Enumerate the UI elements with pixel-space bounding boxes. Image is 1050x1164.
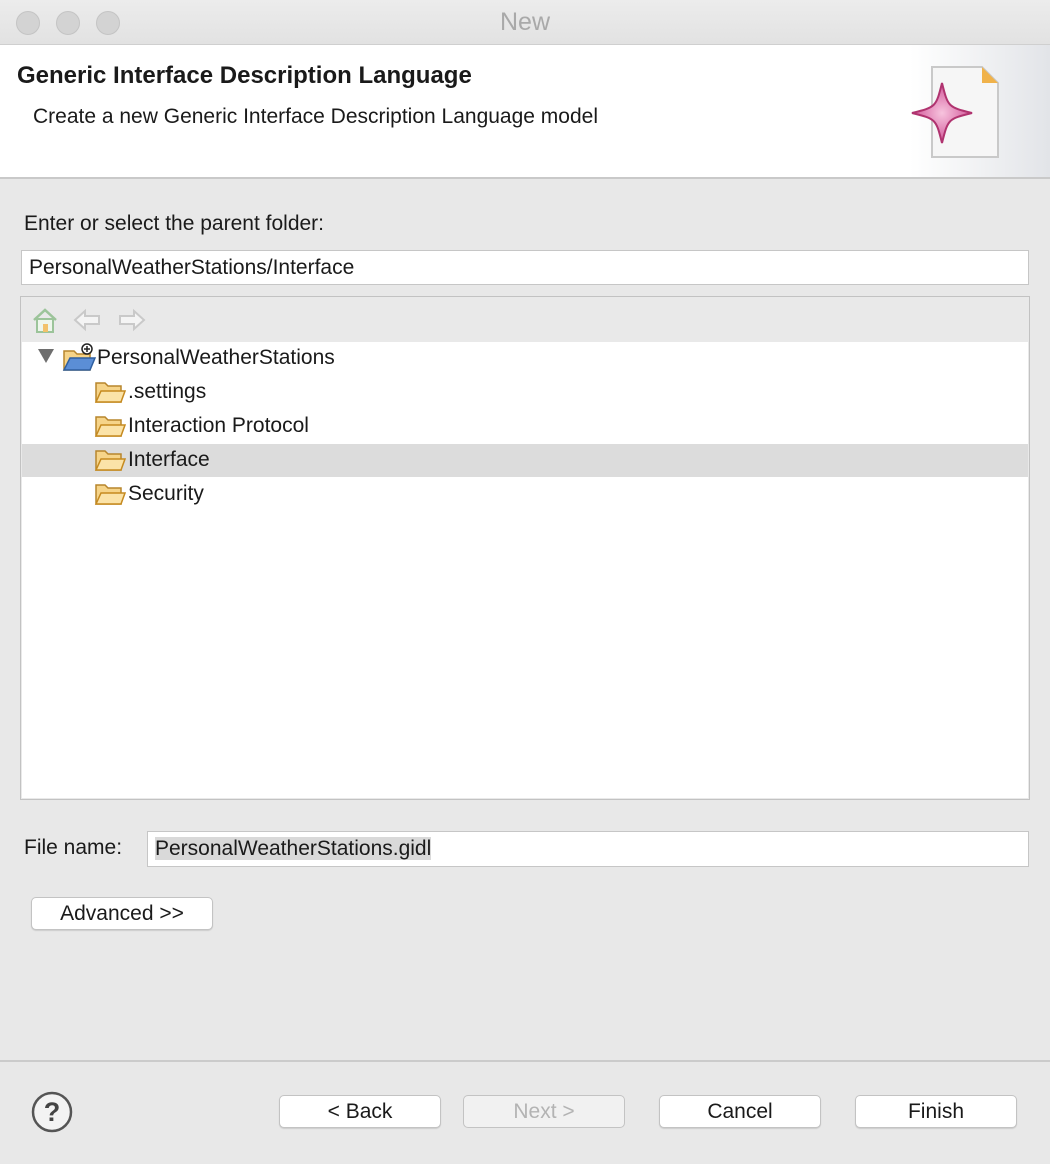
file-name-input[interactable]: PersonalWeatherStations.gidl <box>147 831 1029 867</box>
advanced-button[interactable]: Advanced >> <box>31 897 213 930</box>
forward-arrow-icon[interactable] <box>117 305 147 335</box>
back-button[interactable]: < Back <box>279 1095 441 1128</box>
folder-icon <box>94 450 126 471</box>
tree-toolbar <box>21 297 1029 342</box>
next-button[interactable]: Next > <box>463 1095 625 1128</box>
folder-tree-panel: PersonalWeatherStations .settings Intera… <box>20 296 1030 800</box>
tree-item-label: PersonalWeatherStations <box>97 346 335 369</box>
tree-item-label: Interaction Protocol <box>128 414 309 437</box>
wizard-title: Generic Interface Description Language <box>17 62 472 89</box>
folder-tree[interactable]: PersonalWeatherStations .settings Intera… <box>22 342 1028 798</box>
project-folder-icon <box>62 343 96 371</box>
tree-item-label: Interface <box>128 448 210 471</box>
title-bar: New <box>0 0 1050 45</box>
gidl-wizard-star-image <box>910 45 1050 177</box>
folder-icon <box>94 416 126 437</box>
expand-arrow-icon[interactable] <box>38 349 54 363</box>
tree-item-security[interactable]: Security <box>22 478 1028 511</box>
svg-text:?: ? <box>44 1097 61 1127</box>
folder-icon <box>94 484 126 505</box>
parent-folder-label: Enter or select the parent folder: <box>24 212 324 235</box>
cancel-button[interactable]: Cancel <box>659 1095 821 1128</box>
folder-icon <box>94 382 126 403</box>
home-icon[interactable] <box>30 305 60 335</box>
help-icon[interactable]: ? <box>31 1091 73 1133</box>
tree-item-root[interactable]: PersonalWeatherStations <box>22 342 1028 375</box>
wizard-banner: Generic Interface Description Language C… <box>0 45 1050 179</box>
tree-item-interaction-protocol[interactable]: Interaction Protocol <box>22 410 1028 443</box>
window-title: New <box>499 8 550 36</box>
tree-item-label: .settings <box>128 380 207 403</box>
back-arrow-icon[interactable] <box>72 305 102 335</box>
tree-item-label: Security <box>128 482 204 505</box>
file-name-label: File name: <box>24 836 123 859</box>
wizard-description: Create a new Generic Interface Descripti… <box>33 105 598 128</box>
parent-folder-input[interactable]: PersonalWeatherStations/Interface <box>21 250 1029 285</box>
tree-item-settings[interactable]: .settings <box>22 376 1028 409</box>
footer-divider <box>0 1060 1050 1062</box>
finish-button[interactable]: Finish <box>855 1095 1017 1128</box>
file-name-value: PersonalWeatherStations.gidl <box>155 837 432 860</box>
tree-item-interface[interactable]: Interface <box>22 444 1028 477</box>
